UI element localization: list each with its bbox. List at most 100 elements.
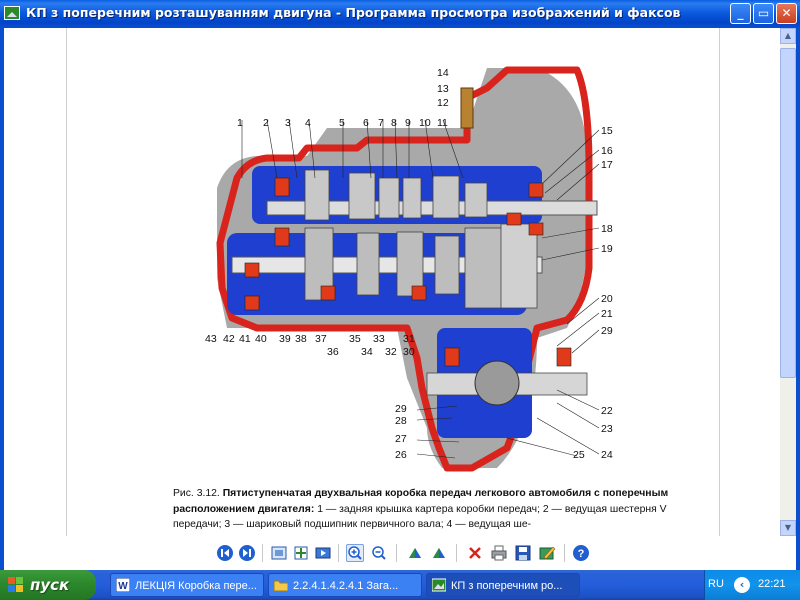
- part-label-43: 43: [205, 333, 217, 345]
- part-label-28: 28: [395, 415, 407, 427]
- rotate-clockwise-icon[interactable]: [406, 544, 424, 562]
- part-label-20: 20: [601, 293, 613, 305]
- rotate-counterclockwise-icon[interactable]: [430, 544, 448, 562]
- scanned-page: 1 2 3 4 5 6 7 8 9 10 11 12 13 14 15 16 1…: [66, 28, 720, 536]
- figure-caption: Рис. 3.12. Пятиступенчатая двухвальная к…: [173, 486, 673, 533]
- clock: 22:21: [758, 578, 786, 590]
- part-label-29a: 29: [395, 403, 407, 415]
- edit-icon[interactable]: [538, 544, 556, 562]
- part-label-23: 23: [601, 423, 613, 435]
- part-label-13: 13: [437, 83, 449, 95]
- window-title-bar[interactable]: КП з поперечним розташуванням двигуна - …: [0, 0, 800, 28]
- caption-prefix: Рис. 3.12.: [173, 488, 223, 499]
- part-label-24: 24: [601, 449, 613, 461]
- part-label-11: 11: [437, 117, 448, 129]
- shift-lever: [460, 87, 474, 129]
- part-label-2: 2: [263, 117, 269, 129]
- toolbar-separator: [396, 544, 397, 562]
- part-label-17: 17: [601, 159, 613, 171]
- next-image-icon[interactable]: [238, 544, 256, 562]
- windows-logo-icon: [8, 577, 23, 592]
- start-button[interactable]: пуск: [0, 570, 96, 600]
- taskbar-item-image-viewer[interactable]: КП з поперечним ро...: [426, 573, 580, 597]
- part-label-8: 8: [391, 117, 397, 129]
- svg-text:?: ?: [578, 548, 585, 560]
- taskbar-item-folder[interactable]: 2.2.4.1.4.2.4.1 Зага...: [268, 573, 422, 597]
- part-label-10: 10: [419, 117, 431, 129]
- toolbar-separator: [456, 544, 457, 562]
- window-frame-right: [796, 28, 800, 570]
- part-label-34: 34: [361, 346, 373, 358]
- taskbar: пуск W ЛЕКЦІЯ Коробка пере... 2.2.4.1.4.…: [0, 570, 800, 600]
- part-label-7: 7: [378, 117, 384, 129]
- part-label-36: 36: [327, 346, 339, 358]
- taskbar-item-label: 2.2.4.1.4.2.4.1 Зага...: [293, 580, 399, 592]
- save-icon[interactable]: [514, 544, 532, 562]
- part-label-25: 25: [573, 449, 585, 461]
- actual-size-icon[interactable]: [292, 544, 310, 562]
- toolbar-separator: [262, 544, 263, 562]
- part-label-39: 39: [279, 333, 291, 345]
- minimize-button[interactable]: _: [730, 3, 751, 24]
- part-label-29b: 29: [601, 325, 613, 337]
- delete-icon[interactable]: [466, 544, 484, 562]
- differential-bearing-left: [444, 347, 460, 367]
- folder-icon: [274, 580, 288, 592]
- part-label-9: 9: [405, 117, 411, 129]
- part-label-33: 33: [373, 333, 385, 345]
- part-label-16: 16: [601, 145, 613, 157]
- toolbar-separator: [564, 544, 565, 562]
- image-viewer-icon: [432, 578, 446, 592]
- print-icon[interactable]: [490, 544, 508, 562]
- start-label: пуск: [30, 576, 70, 594]
- part-label-26: 26: [395, 449, 407, 461]
- part-label-32: 32: [385, 346, 397, 358]
- part-label-42: 42: [223, 333, 235, 345]
- tray-expand-icon[interactable]: ‹: [734, 577, 750, 593]
- part-label-18: 18: [601, 223, 613, 235]
- scroll-thumb[interactable]: [780, 48, 796, 378]
- part-label-15: 15: [601, 125, 613, 137]
- part-label-31: 31: [403, 333, 415, 345]
- best-fit-icon[interactable]: [270, 544, 288, 562]
- gearbox-diagram: 1 2 3 4 5 6 7 8 9 10 11 12 13 14 15 16 1…: [205, 66, 613, 472]
- part-label-21: 21: [601, 308, 613, 320]
- part-label-1: 1: [237, 117, 243, 129]
- viewer-toolbar: ?: [4, 536, 796, 570]
- zoom-in-icon[interactable]: [346, 544, 364, 562]
- language-indicator[interactable]: RU: [708, 578, 724, 590]
- part-label-5: 5: [339, 117, 345, 129]
- maximize-button[interactable]: ▭: [753, 3, 774, 24]
- differential-bearing-right: [556, 347, 572, 367]
- close-button[interactable]: ✕: [776, 3, 797, 24]
- scroll-down-button[interactable]: ▼: [780, 520, 796, 536]
- scroll-up-button[interactable]: ▲: [780, 28, 796, 44]
- part-label-27: 27: [395, 433, 407, 445]
- window-title: КП з поперечним розташуванням двигуна - …: [26, 5, 681, 20]
- image-viewer-app-icon[interactable]: [4, 6, 20, 20]
- taskbar-item-lecture[interactable]: W ЛЕКЦІЯ Коробка пере...: [110, 573, 264, 597]
- svg-text:W: W: [118, 581, 128, 592]
- part-label-6: 6: [363, 117, 369, 129]
- prev-image-icon[interactable]: [216, 544, 234, 562]
- part-label-3: 3: [285, 117, 291, 129]
- part-label-19: 19: [601, 243, 613, 255]
- part-label-38: 38: [295, 333, 307, 345]
- part-label-4: 4: [305, 117, 311, 129]
- help-icon[interactable]: ?: [572, 544, 590, 562]
- part-label-14: 14: [437, 67, 449, 79]
- slideshow-icon[interactable]: [314, 544, 332, 562]
- part-label-37: 37: [315, 333, 327, 345]
- image-viewport[interactable]: 1 2 3 4 5 6 7 8 9 10 11 12 13 14 15 16 1…: [4, 28, 796, 536]
- part-label-41: 41: [239, 333, 251, 345]
- vertical-scrollbar[interactable]: ▲ ▼: [780, 28, 796, 536]
- part-label-35: 35: [349, 333, 361, 345]
- taskbar-item-label: ЛЕКЦІЯ Коробка пере...: [135, 580, 257, 592]
- taskbar-item-label: КП з поперечним ро...: [451, 580, 563, 592]
- differential-gear: [474, 360, 520, 406]
- part-label-40: 40: [255, 333, 267, 345]
- zoom-out-icon[interactable]: [370, 544, 388, 562]
- part-label-12: 12: [437, 97, 449, 109]
- toolbar-separator: [338, 544, 339, 562]
- word-icon: W: [116, 578, 130, 592]
